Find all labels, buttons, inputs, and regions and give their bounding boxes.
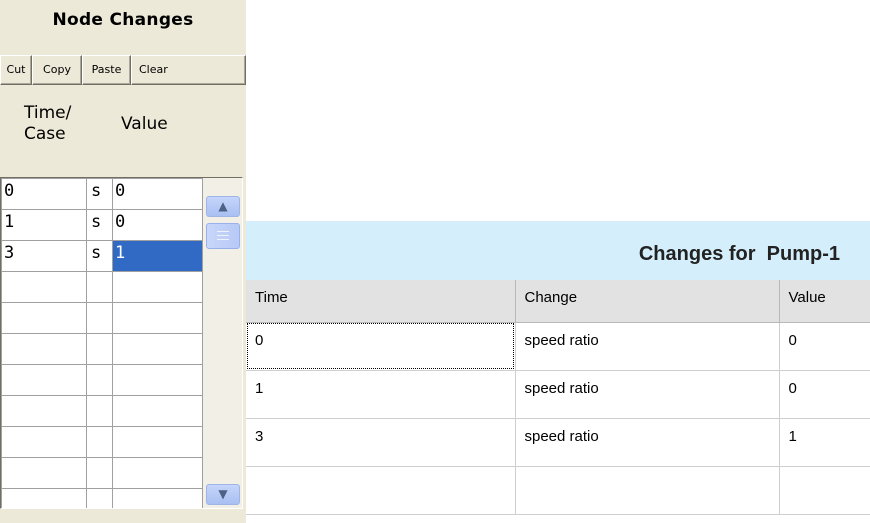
table-row-empty[interactable] <box>1 426 203 458</box>
empty-cell[interactable] <box>86 426 113 458</box>
table-row[interactable]: 1 s 0 <box>1 209 203 241</box>
value-cell[interactable]: 1 <box>778 418 870 467</box>
empty-cell[interactable] <box>514 466 779 515</box>
empty-cell[interactable] <box>112 333 203 365</box>
table-row[interactable]: 0 s 0 <box>1 178 203 210</box>
time-cell[interactable]: 0 <box>246 322 515 371</box>
empty-cell[interactable] <box>1 395 87 427</box>
table-row-empty[interactable] <box>1 364 203 396</box>
chevron-up-icon: ▲ <box>218 199 228 213</box>
empty-cell[interactable] <box>86 457 113 489</box>
node-changes-panel: Node Changes Cut Copy Paste Clear Time/ … <box>0 0 246 523</box>
empty-cell[interactable] <box>86 302 113 334</box>
table-row[interactable]: 0 speed ratio 0 <box>246 322 870 371</box>
node-changes-grid[interactable]: 0 s 0 1 s 0 3 s 1 ▲ ▼ <box>0 177 243 509</box>
time-cell[interactable]: 0 <box>1 178 87 210</box>
empty-cell[interactable] <box>1 488 87 508</box>
panel-title: Node Changes <box>52 10 194 30</box>
change-cell[interactable]: speed ratio <box>514 418 779 467</box>
table-row-empty[interactable] <box>1 395 203 427</box>
unit-cell[interactable]: s <box>86 178 113 210</box>
scroll-up-button[interactable]: ▲ <box>206 196 240 217</box>
empty-cell[interactable] <box>112 488 203 508</box>
chevron-down-icon: ▼ <box>218 487 228 501</box>
empty-cell[interactable] <box>112 395 203 427</box>
empty-cell[interactable] <box>112 302 203 334</box>
cut-button[interactable]: Cut <box>0 55 32 85</box>
table-row-empty[interactable] <box>1 271 203 303</box>
time-cell[interactable]: 1 <box>1 209 87 241</box>
empty-cell[interactable] <box>112 364 203 396</box>
time-cell[interactable]: 1 <box>246 370 515 419</box>
column-header-change[interactable]: Change <box>514 280 779 323</box>
scrollbar-thumb[interactable] <box>206 223 240 249</box>
unit-cell[interactable]: s <box>86 240 113 272</box>
changes-table: Time Change Value 0 speed ratio 0 1 spee… <box>246 280 870 515</box>
column-header-value[interactable]: Value <box>778 280 870 323</box>
column-header-time[interactable]: Time <box>246 280 515 323</box>
scroll-down-button[interactable]: ▼ <box>206 484 240 505</box>
empty-cell[interactable] <box>112 457 203 489</box>
table-row[interactable]: 3 s 1 <box>1 240 203 272</box>
changes-panel-header: Changes for Pump-1 <box>246 221 870 280</box>
unit-cell[interactable]: s <box>86 209 113 241</box>
empty-cell[interactable] <box>1 426 87 458</box>
table-row-empty[interactable] <box>1 457 203 489</box>
empty-cell[interactable] <box>246 466 515 515</box>
empty-cell[interactable] <box>1 364 87 396</box>
paste-button[interactable]: Paste <box>82 55 131 85</box>
changes-panel-title: Changes for Pump-1 <box>638 243 840 265</box>
empty-cell[interactable] <box>86 364 113 396</box>
table-row-empty[interactable] <box>1 333 203 365</box>
value-cell-selected[interactable]: 1 <box>112 240 203 272</box>
value-cell[interactable]: 0 <box>778 370 870 419</box>
empty-cell[interactable] <box>112 426 203 458</box>
empty-cell[interactable] <box>1 271 87 303</box>
value-cell[interactable]: 0 <box>778 322 870 371</box>
empty-cell[interactable] <box>86 488 113 508</box>
time-cell[interactable]: 3 <box>246 418 515 467</box>
time-cell[interactable]: 3 <box>1 240 87 272</box>
value-cell[interactable]: 0 <box>112 209 203 241</box>
vertical-scrollbar[interactable]: ▲ ▼ <box>203 178 242 508</box>
changes-panel: Changes for Pump-1 Time Change Value 0 s… <box>246 221 870 523</box>
empty-cell[interactable] <box>86 271 113 303</box>
empty-cell[interactable] <box>1 302 87 334</box>
change-cell[interactable]: speed ratio <box>514 322 779 371</box>
table-header-row: Time Change Value <box>246 280 870 323</box>
table-row[interactable]: 1 speed ratio 0 <box>246 370 870 419</box>
empty-cell[interactable] <box>778 466 870 515</box>
empty-cell[interactable] <box>1 333 87 365</box>
table-row-empty[interactable] <box>1 302 203 334</box>
node-changes-table: 0 s 0 1 s 0 3 s 1 <box>1 178 203 508</box>
copy-button[interactable]: Copy <box>32 55 82 85</box>
clear-button[interactable]: Clear <box>131 55 246 85</box>
empty-cell[interactable] <box>1 457 87 489</box>
table-row-empty[interactable] <box>1 488 203 508</box>
table-row-empty[interactable] <box>246 466 870 515</box>
change-cell[interactable]: speed ratio <box>514 370 779 419</box>
table-row[interactable]: 3 speed ratio 1 <box>246 418 870 467</box>
empty-cell[interactable] <box>86 395 113 427</box>
empty-cell[interactable] <box>86 333 113 365</box>
column-header-time-case: Time/ Case <box>24 103 72 144</box>
value-cell[interactable]: 0 <box>112 178 203 210</box>
empty-cell[interactable] <box>112 271 203 303</box>
column-header-value: Value <box>121 114 168 134</box>
